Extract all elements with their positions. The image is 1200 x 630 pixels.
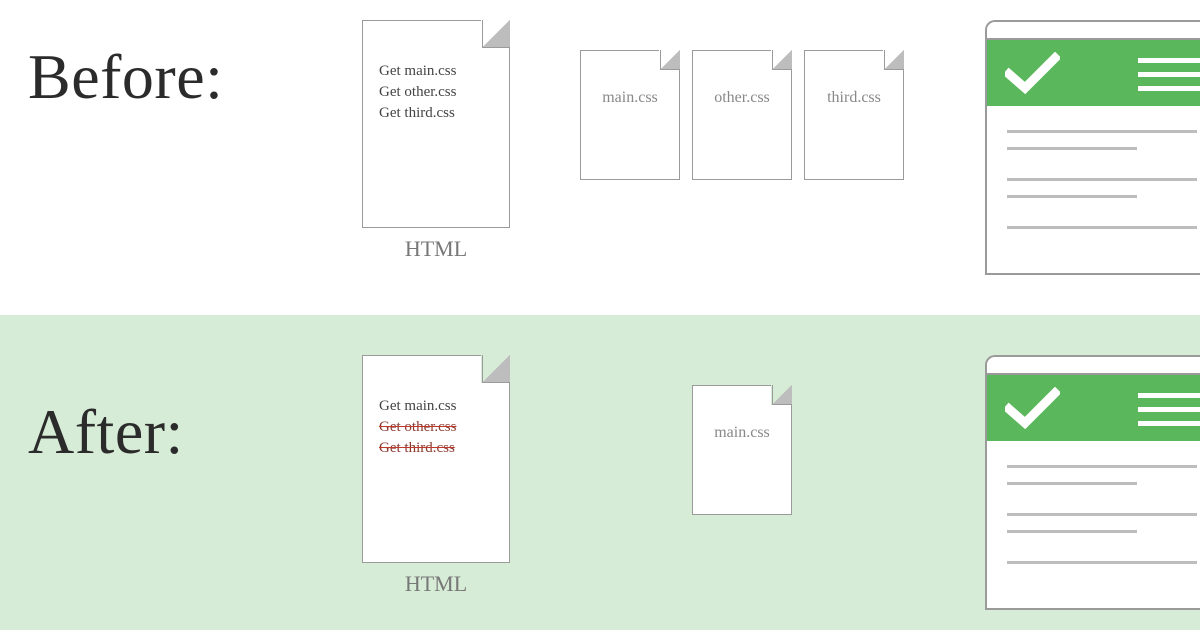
css-file-label: main.css: [581, 87, 679, 109]
page-hero: [987, 40, 1200, 106]
placeholder-line: [1007, 465, 1197, 468]
html-document-after: Get main.css Get other.css Get third.css: [362, 355, 510, 563]
document-fold-icon: [884, 50, 904, 70]
html-doc-content: Get main.css Get other.css Get third.css: [379, 396, 497, 459]
document-fold-icon: [772, 385, 792, 405]
placeholder-line: [1007, 147, 1137, 150]
css-file: main.css: [692, 385, 792, 515]
page-body: [987, 106, 1200, 229]
document-fold-icon: [772, 50, 792, 70]
rendered-page-browser: [985, 355, 1200, 610]
html-line-struck: Get other.css: [379, 417, 497, 438]
after-row: After: Get main.css Get other.css Get th…: [0, 315, 1200, 630]
placeholder-line: [1007, 195, 1137, 198]
placeholder-line: [1007, 561, 1197, 564]
page-hero: [987, 375, 1200, 441]
document-fold-icon: [482, 355, 510, 383]
css-file-label: third.css: [805, 87, 903, 109]
html-doc-content: Get main.css Get other.css Get third.css: [379, 61, 497, 124]
hamburger-icon: [1138, 393, 1200, 426]
css-file-label: other.css: [693, 87, 791, 109]
html-line: Get main.css: [379, 396, 497, 417]
page-body: [987, 441, 1200, 564]
document-fold-icon: [482, 20, 510, 48]
before-row: Before: Get main.css Get other.css Get t…: [0, 0, 1200, 315]
html-line-struck: Get third.css: [379, 438, 497, 459]
placeholder-line: [1007, 130, 1197, 133]
css-file: main.css: [580, 50, 680, 180]
html-line: Get third.css: [379, 103, 497, 124]
checkmark-icon: [1005, 387, 1060, 429]
css-file-label: main.css: [693, 422, 791, 444]
placeholder-line: [1007, 226, 1197, 229]
html-doc-label: HTML: [362, 236, 510, 262]
browser-titlebar: [987, 357, 1200, 375]
hamburger-icon: [1138, 58, 1200, 91]
html-document-before: Get main.css Get other.css Get third.css: [362, 20, 510, 228]
placeholder-line: [1007, 513, 1197, 516]
html-line: Get other.css: [379, 82, 497, 103]
browser-titlebar: [987, 22, 1200, 40]
placeholder-line: [1007, 178, 1197, 181]
after-heading: After:: [28, 395, 184, 469]
html-doc-label: HTML: [362, 571, 510, 597]
document-fold-icon: [660, 50, 680, 70]
placeholder-line: [1007, 530, 1137, 533]
checkmark-icon: [1005, 52, 1060, 94]
css-file: other.css: [692, 50, 792, 180]
html-line: Get main.css: [379, 61, 497, 82]
before-heading: Before:: [28, 40, 223, 114]
rendered-page-browser: [985, 20, 1200, 275]
css-file: third.css: [804, 50, 904, 180]
placeholder-line: [1007, 482, 1137, 485]
